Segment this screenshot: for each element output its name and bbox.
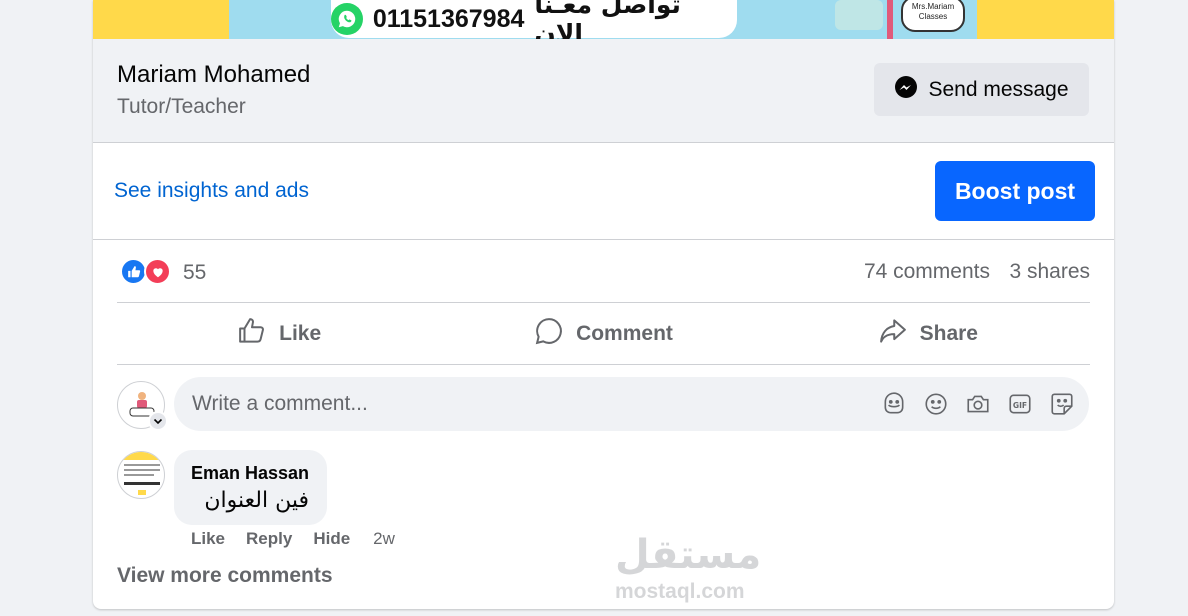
comment-author-name[interactable]: Eman Hassan <box>191 463 309 484</box>
reactions-summary: 55 74 comments 3 shares <box>117 240 1090 303</box>
like-button[interactable]: Like <box>117 303 441 364</box>
comment-author-avatar[interactable] <box>117 451 165 499</box>
comment-text: فين العنوان <box>204 488 309 513</box>
gif-icon[interactable]: GIF <box>1007 390 1033 418</box>
share-label: Share <box>919 321 978 345</box>
banner-phone: 01151367984 <box>372 4 525 33</box>
reaction-icons[interactable] <box>120 258 171 285</box>
view-more-comments[interactable]: View more comments <box>117 564 333 588</box>
like-label: Like <box>279 321 322 345</box>
banner-illustration <box>835 0 893 39</box>
comment-timestamp[interactable]: 2w <box>373 529 395 549</box>
comments-count[interactable]: 74 comments <box>864 260 990 284</box>
share-button[interactable]: Share <box>766 303 1090 364</box>
comment-actions: Like Reply Hide 2w <box>191 529 395 549</box>
see-insights-link[interactable]: See insights and ads <box>114 179 309 203</box>
comment-bubble-icon <box>534 316 564 351</box>
comment-composer: GIF <box>174 377 1089 431</box>
share-arrow-icon <box>878 316 908 351</box>
comment-label: Comment <box>576 321 673 345</box>
emoji-icon[interactable] <box>923 390 949 418</box>
comment-like-button[interactable]: Like <box>191 529 225 549</box>
boost-post-button[interactable]: Boost post <box>935 161 1095 221</box>
watermark-arabic: مستقل <box>615 532 762 578</box>
page-category: Tutor/Teacher <box>117 95 246 118</box>
camera-icon[interactable] <box>965 390 991 418</box>
whatsapp-icon <box>331 3 363 35</box>
banner-contact-pill: 01151367984 تواصل معـنا الان <box>331 0 737 48</box>
post-actions: Like Comment Share <box>117 303 1090 365</box>
like-reaction-icon <box>120 258 147 285</box>
banner-logo-bubble: Mrs.Mariam Classes <box>901 0 965 32</box>
comment-reply-button[interactable]: Reply <box>246 529 292 549</box>
post-image-banner[interactable]: 01151367984 تواصل معـنا الان Mrs.Mariam … <box>93 0 1114 48</box>
reaction-count[interactable]: 55 <box>183 261 206 285</box>
chevron-down-icon[interactable] <box>148 411 168 431</box>
page-name[interactable]: Mariam Mohamed <box>117 61 310 89</box>
svg-text:GIF: GIF <box>1013 401 1027 410</box>
avatar-sticker-icon[interactable] <box>881 390 907 418</box>
comment-hide-button[interactable]: Hide <box>313 529 350 549</box>
mostaql-watermark: مستقل mostaql.com <box>611 532 761 604</box>
shares-count[interactable]: 3 shares <box>1009 260 1090 284</box>
insights-row: See insights and ads Boost post <box>93 143 1114 240</box>
post-card: 01151367984 تواصل معـنا الان Mrs.Mariam … <box>93 0 1114 609</box>
comment-bubble: Eman Hassan فين العنوان <box>174 450 327 525</box>
messenger-icon <box>894 75 918 104</box>
composer-tools: GIF <box>881 390 1075 418</box>
comment-input[interactable] <box>174 377 854 431</box>
avatar-image <box>118 452 164 495</box>
send-message-label: Send message <box>928 77 1069 101</box>
send-message-button[interactable]: Send message <box>874 63 1089 116</box>
thumbs-up-icon <box>237 316 267 351</box>
page-header: Mariam Mohamed Tutor/Teacher Send messag… <box>93 39 1114 143</box>
sticker-icon[interactable] <box>1049 390 1075 418</box>
love-reaction-icon <box>144 258 171 285</box>
comment-button[interactable]: Comment <box>441 303 765 364</box>
watermark-latin: mostaql.com <box>615 580 745 603</box>
banner-background: 01151367984 تواصل معـنا الان Mrs.Mariam … <box>229 0 977 48</box>
